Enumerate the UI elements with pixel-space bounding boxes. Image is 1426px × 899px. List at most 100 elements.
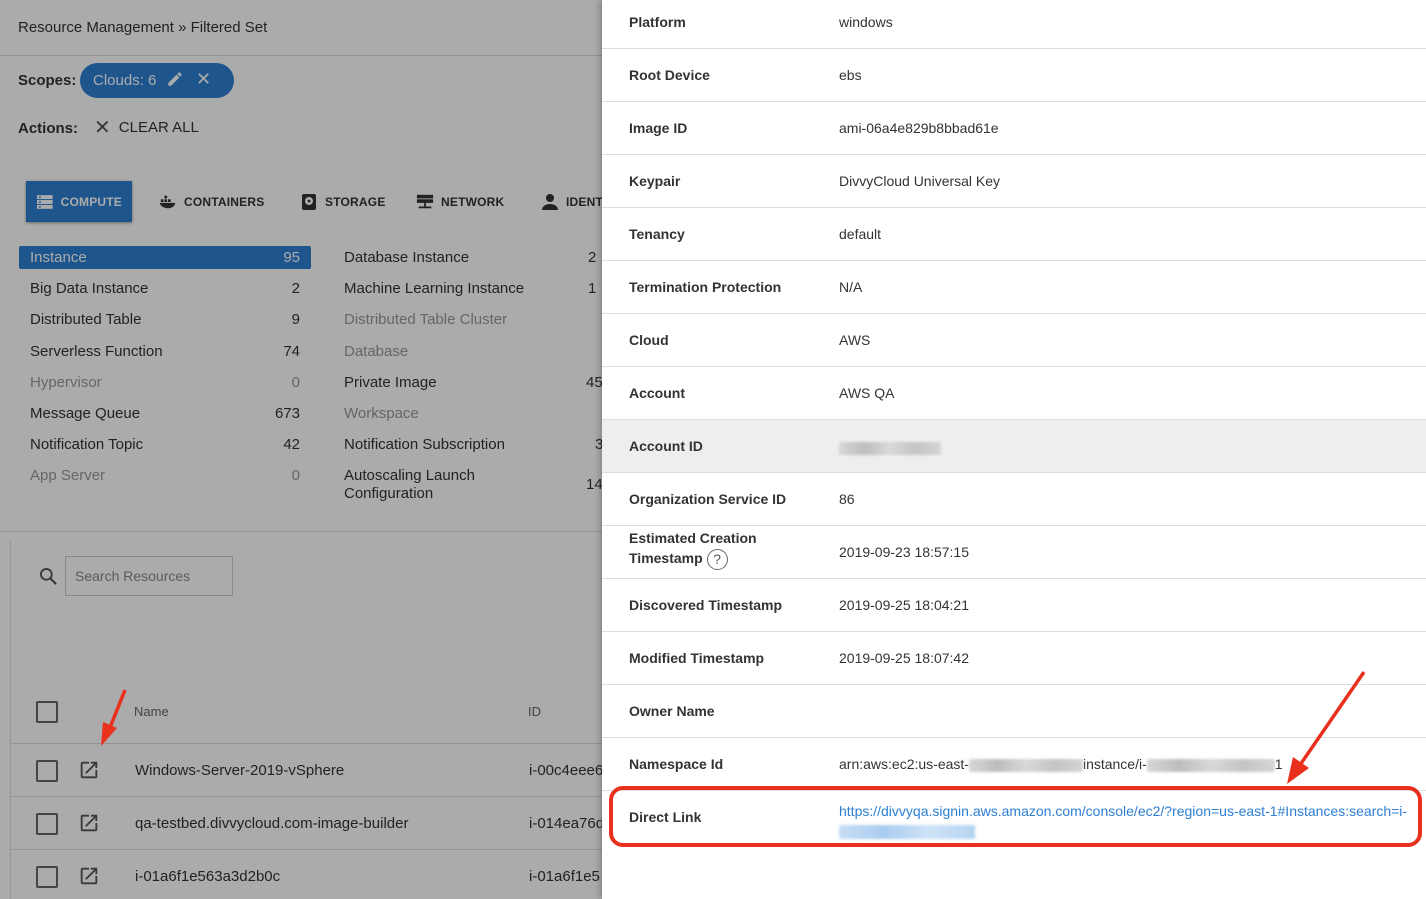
detail-label: Tenancy	[629, 226, 685, 242]
resource-type: Hypervisor	[30, 374, 102, 391]
resource-type[interactable]: Notification Subscription	[344, 436, 505, 453]
resource-type[interactable]: Serverless Function	[30, 343, 163, 360]
resource-type-instance[interactable]: Instance	[30, 249, 87, 266]
tab-identity[interactable]: IDENT	[541, 181, 602, 222]
external-link-icon[interactable]	[78, 812, 100, 834]
detail-label: Namespace Id	[629, 756, 724, 772]
detail-value: 2019-09-23 18:57:15	[839, 544, 969, 560]
resource-count: 95	[283, 249, 300, 266]
tab-label: CONTAINERS	[184, 194, 265, 209]
row-checkbox[interactable]	[36, 866, 58, 888]
detail-label: Account	[629, 385, 685, 401]
detail-value: 86	[839, 491, 855, 507]
detail-row-discovered-timestamp: Discovered Timestamp 2019-09-25 18:04:21	[602, 579, 1426, 632]
row-checkbox[interactable]	[36, 760, 58, 782]
detail-label: Organization Service ID	[629, 491, 787, 507]
direct-link[interactable]: https://divvyqa.signin.aws.amazon.com/co…	[839, 803, 1407, 819]
resource-type[interactable]: Autoscaling Launch Configuration	[344, 467, 544, 503]
resource-count: 45	[586, 374, 602, 391]
namespace-suffix: 1	[1274, 756, 1283, 772]
column-header-id[interactable]: ID	[528, 704, 541, 719]
table-row-name[interactable]: i-01a6f1e563a3d2b0c	[135, 868, 280, 885]
detail-row-keypair: Keypair DivvyCloud Universal Key	[602, 155, 1426, 208]
row-checkbox[interactable]	[36, 813, 58, 835]
pencil-icon[interactable]	[166, 70, 184, 88]
resource-type[interactable]: Distributed Table	[30, 311, 141, 328]
clear-all-button[interactable]: ✕ CLEAR ALL	[94, 116, 199, 139]
column-header-name[interactable]: Name	[134, 704, 169, 719]
resource-type[interactable]: Private Image	[344, 374, 437, 391]
resource-type[interactable]: Message Queue	[30, 405, 140, 422]
resource-count: 0	[291, 467, 300, 484]
resource-type: Workspace	[344, 405, 419, 422]
search-input[interactable]	[65, 556, 233, 596]
search-icon	[40, 568, 57, 585]
detail-value-redacted	[839, 439, 941, 455]
scopes-label: Scopes:	[18, 72, 77, 89]
detail-row-namespace-id: Namespace Id arn:aws:ec2:us-east-instanc…	[602, 738, 1426, 791]
tab-compute[interactable]: COMPUTE	[26, 181, 132, 222]
detail-value: 2019-09-25 18:04:21	[839, 597, 969, 613]
detail-value: windows	[839, 14, 893, 30]
tab-containers[interactable]: CONTAINERS	[159, 181, 264, 222]
detail-label: Root Device	[629, 67, 710, 83]
detail-label: Estimated Creation Timestamp?	[629, 528, 757, 570]
tab-label: COMPUTE	[60, 194, 122, 209]
help-icon[interactable]: ?	[706, 548, 728, 570]
detail-value: default	[839, 226, 882, 242]
breadcrumb[interactable]: Resource Management » Filtered Set	[18, 19, 267, 36]
detail-row-owner-name: Owner Name	[602, 685, 1426, 738]
detail-row-modified-timestamp: Modified Timestamp 2019-09-25 18:07:42	[602, 632, 1426, 685]
external-link-icon[interactable]	[78, 865, 100, 887]
resource-count: 673	[274, 405, 300, 422]
resource-count: 74	[283, 343, 300, 360]
detail-label: Image ID	[629, 120, 688, 136]
resource-type[interactable]: Big Data Instance	[30, 280, 148, 297]
resource-type[interactable]: Notification Topic	[30, 436, 143, 453]
detail-value: ami-06a4e829b8bbad61e	[839, 120, 999, 136]
divider	[10, 796, 602, 797]
detail-row-account: Account AWS QA	[602, 367, 1426, 420]
scope-pill-clouds[interactable]: Clouds: 6 ✕	[80, 63, 234, 98]
tab-network[interactable]: NETWORK	[416, 181, 504, 222]
tab-label: STORAGE	[325, 194, 386, 209]
resource-count: 42	[283, 436, 300, 453]
close-icon: ✕	[94, 116, 111, 139]
select-all-checkbox[interactable]	[36, 701, 58, 723]
detail-row-tenancy: Tenancy default	[602, 208, 1426, 261]
redacted-segment	[839, 825, 975, 840]
detail-value: ebs	[839, 67, 862, 83]
detail-row-estimated-creation-timestamp: Estimated Creation Timestamp? 2019-09-23…	[602, 526, 1426, 579]
detail-value: 2019-09-25 18:07:42	[839, 650, 969, 666]
table-row-name[interactable]: qa-testbed.divvycloud.com-image-builder	[135, 815, 408, 832]
scope-pill-label: Clouds: 6	[93, 72, 157, 89]
detail-row-account-id: Account ID	[602, 420, 1426, 473]
external-link-icon[interactable]	[78, 759, 100, 781]
tab-storage[interactable]: STORAGE	[300, 181, 386, 222]
detail-row-cloud: Cloud AWS	[602, 314, 1426, 367]
resource-count: 0	[291, 374, 300, 391]
resource-type: App Server	[30, 467, 106, 484]
resource-detail-panel: Platform windows Root Device ebs Image I…	[602, 0, 1426, 899]
detail-row-image-id: Image ID ami-06a4e829b8bbad61e	[602, 102, 1426, 155]
resource-type[interactable]: Machine Learning Instance	[344, 280, 524, 297]
detail-label: Keypair	[629, 173, 681, 189]
direct-link-value: https://divvyqa.signin.aws.amazon.com/co…	[839, 801, 1407, 841]
close-icon[interactable]: ✕	[196, 69, 211, 90]
clear-all-label: CLEAR ALL	[118, 119, 199, 136]
resource-count: 2	[588, 249, 597, 266]
detail-label: Owner Name	[629, 703, 715, 719]
detail-label: Modified Timestamp	[629, 650, 765, 666]
detail-label-text: Timestamp	[629, 550, 703, 566]
detail-label: Discovered Timestamp	[629, 597, 783, 613]
docker-icon	[159, 195, 176, 208]
redacted-segment	[1146, 758, 1275, 772]
divider	[0, 55, 602, 56]
table-row-id: i-01a6f1e5	[529, 868, 600, 885]
table-row-name[interactable]: Windows-Server-2019-vSphere	[135, 762, 344, 779]
resource-count: 14	[586, 476, 602, 493]
resource-type[interactable]: Database Instance	[344, 249, 469, 266]
resource-type: Database	[344, 343, 409, 360]
detail-row-direct-link: Direct Link https://divvyqa.signin.aws.a…	[602, 791, 1426, 849]
detail-value: DivvyCloud Universal Key	[839, 173, 1001, 189]
